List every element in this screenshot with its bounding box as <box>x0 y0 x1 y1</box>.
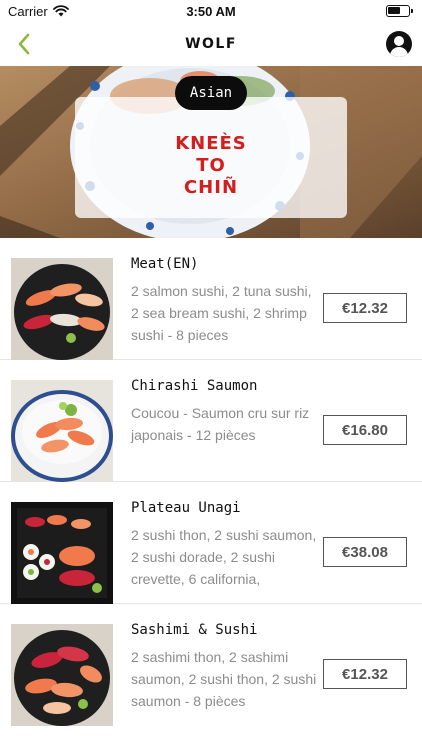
product-description: Coucou - Saumon cru sur riz japonais - 1… <box>131 405 310 443</box>
back-button[interactable] <box>8 28 40 60</box>
profile-button[interactable] <box>386 31 412 57</box>
product-image <box>11 502 113 604</box>
product-description: 2 salmon sushi, 2 tuna sushi, 2 sea brea… <box>131 283 312 343</box>
product-image <box>11 624 113 726</box>
status-bar: Carrier 3:50 AM <box>0 0 422 22</box>
product-description: 2 sushi thon, 2 sushi saumon, 2 sushi do… <box>131 527 317 587</box>
product-name: Sashimi & Sushi <box>131 622 258 638</box>
product-item[interactable]: Meat(EN) 2 salmon sushi, 2 tuna sushi, 2… <box>0 238 422 360</box>
product-list: Meat(EN) 2 salmon sushi, 2 tuna sushi, 2… <box>0 238 422 726</box>
product-item[interactable]: Sashimi & Sushi 2 sashimi thon, 2 sashim… <box>0 604 422 726</box>
product-image <box>11 258 113 360</box>
carrier-label: Carrier <box>8 3 48 19</box>
battery-icon <box>386 5 413 17</box>
product-image <box>11 380 113 482</box>
product-name: Chirashi Saumon <box>131 378 258 394</box>
user-icon <box>394 36 404 46</box>
price-button[interactable]: €12.32 <box>323 293 407 323</box>
nav-bar: WOLF <box>0 22 422 66</box>
product-name: Meat(EN) <box>131 256 199 272</box>
price-button[interactable]: €38.08 <box>323 537 407 567</box>
product-name: Plateau Unagi <box>131 500 241 516</box>
chevron-left-icon <box>18 33 30 55</box>
restaurant-hero: Kneès to Chiñ Asian <box>0 66 422 238</box>
price-button[interactable]: €12.32 <box>323 659 407 689</box>
product-item[interactable]: Chirashi Saumon Coucou - Saumon cru sur … <box>0 360 422 482</box>
product-item[interactable]: Plateau Unagi 2 sushi thon, 2 sushi saum… <box>0 482 422 604</box>
brand-logo: WOLF <box>185 36 237 52</box>
category-badge[interactable]: Asian <box>175 76 247 110</box>
product-description: 2 sashimi thon, 2 sashimi saumon, 2 sush… <box>131 649 317 709</box>
wifi-icon <box>52 5 69 17</box>
price-button[interactable]: €16.80 <box>323 415 407 445</box>
status-left: Carrier <box>8 4 69 19</box>
hero-card: Kneès to Chiñ <box>75 97 347 218</box>
restaurant-title: Kneès to Chiñ <box>175 132 247 198</box>
